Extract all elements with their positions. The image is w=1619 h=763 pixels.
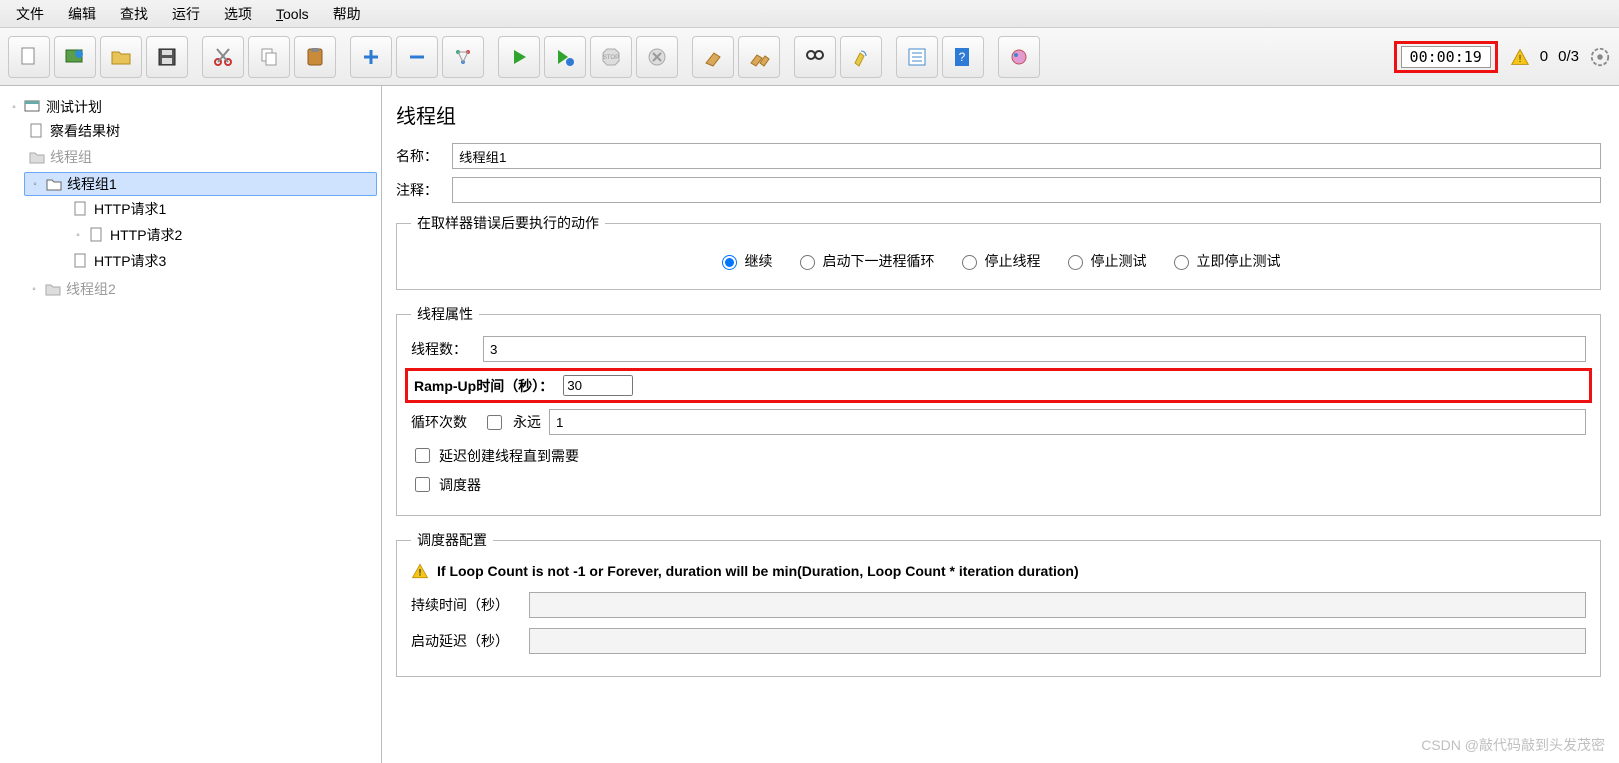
tree-view-results[interactable]: 察看结果树 — [50, 121, 120, 141]
loop-label: 循环次数 — [411, 412, 483, 432]
menu-file[interactable]: 文件 — [6, 2, 54, 26]
startup-delay-label: 启动延迟（秒） — [411, 631, 529, 651]
elapsed-time: 00:00:19 — [1401, 46, 1491, 68]
folder-icon — [44, 280, 62, 298]
rampup-highlight: Ramp-Up时间（秒）： — [405, 368, 1592, 403]
file-icon — [72, 252, 90, 270]
thread-props-fieldset: 线程属性 线程数： Ramp-Up时间（秒）： 循环次数 永远 延迟创建线程直到… — [396, 304, 1601, 516]
svg-text:!: ! — [419, 568, 422, 578]
file-icon — [28, 122, 46, 140]
duration-input[interactable] — [529, 592, 1586, 618]
folder-icon — [45, 175, 63, 193]
search-button[interactable] — [794, 36, 836, 78]
toggle-icon[interactable]: ◦ — [29, 178, 41, 190]
svg-text:!: ! — [1518, 54, 1521, 65]
menu-help[interactable]: 帮助 — [323, 2, 371, 26]
menu-search[interactable]: 查找 — [110, 2, 158, 26]
reset-search-button[interactable] — [840, 36, 882, 78]
rampup-input[interactable] — [563, 375, 633, 396]
testplan-icon — [24, 98, 42, 116]
cut-button[interactable] — [202, 36, 244, 78]
tree-http3[interactable]: HTTP请求3 — [94, 251, 166, 271]
editor-panel: 线程组 名称： 注释： 在取样器错误后要执行的动作 继续 启动下一进程循环 停止… — [382, 86, 1619, 763]
tree-tg1[interactable]: 线程组1 — [67, 174, 117, 194]
scheduler-checkbox[interactable] — [415, 477, 430, 492]
menu-run[interactable]: 运行 — [162, 2, 210, 26]
name-label: 名称： — [396, 146, 452, 166]
tree-http1[interactable]: HTTP请求1 — [94, 199, 166, 219]
status-icon[interactable] — [1589, 46, 1611, 68]
tree-http2[interactable]: HTTP请求2 — [110, 225, 182, 245]
scheduler-fieldset: 调度器配置 ! If Loop Count is not -1 or Forev… — [396, 530, 1601, 677]
menu-tools[interactable]: Tools — [266, 4, 319, 24]
shutdown-button[interactable] — [636, 36, 678, 78]
scheduler-label: 调度器 — [439, 475, 481, 495]
templates-icon-button[interactable] — [998, 36, 1040, 78]
delay-create-label: 延迟创建线程直到需要 — [439, 446, 579, 466]
menu-options[interactable]: 选项 — [214, 2, 262, 26]
toggle-icon[interactable]: ◦ — [72, 229, 84, 241]
templates-button[interactable] — [54, 36, 96, 78]
radio-stop-thread[interactable]: 停止线程 — [957, 251, 1041, 271]
toggle-button[interactable] — [442, 36, 484, 78]
scheduler-legend: 调度器配置 — [411, 530, 493, 550]
duration-label: 持续时间（秒） — [411, 595, 529, 615]
rampup-label: Ramp-Up时间（秒）： — [414, 376, 563, 396]
comment-label: 注释： — [396, 180, 452, 200]
clear-button[interactable] — [692, 36, 734, 78]
radio-stop-now[interactable]: 立即停止测试 — [1169, 251, 1281, 271]
on-error-legend: 在取样器错误后要执行的动作 — [411, 213, 605, 233]
copy-button[interactable] — [248, 36, 290, 78]
watermark: CSDN @敲代码敲到头发茂密 — [1421, 735, 1605, 755]
toggle-icon[interactable]: ◦ — [8, 101, 20, 113]
radio-stop-test[interactable]: 停止测试 — [1063, 251, 1147, 271]
folder-icon — [28, 148, 46, 166]
svg-text:STOP: STOP — [603, 55, 619, 61]
svg-text:?: ? — [959, 50, 966, 64]
toolbar: STOP ? 00:00:19 ! 0 0/3 — [0, 28, 1619, 86]
tree-testplan[interactable]: 测试计划 — [46, 97, 102, 117]
forever-label: 永远 — [505, 412, 549, 432]
delay-create-checkbox[interactable] — [415, 448, 430, 463]
elapsed-time-highlight: 00:00:19 — [1394, 41, 1498, 73]
start-button[interactable] — [498, 36, 540, 78]
forever-checkbox[interactable] — [487, 415, 502, 430]
on-error-fieldset: 在取样器错误后要执行的动作 继续 启动下一进程循环 停止线程 停止测试 立即停止… — [396, 213, 1601, 290]
stop-button[interactable]: STOP — [590, 36, 632, 78]
loop-input[interactable] — [549, 409, 1586, 435]
start-no-pause-button[interactable] — [544, 36, 586, 78]
clear-all-button[interactable] — [738, 36, 780, 78]
open-button[interactable] — [100, 36, 142, 78]
threads-label: 线程数： — [411, 339, 483, 359]
startup-delay-input[interactable] — [529, 628, 1586, 654]
name-input[interactable] — [452, 143, 1601, 169]
menu-bar: 文件 编辑 查找 运行 选项 Tools 帮助 — [0, 0, 1619, 28]
tree-panel: ◦ 测试计划 察看结果树 线程组 ◦ 线程组1 HTTP请求1 ◦ HTTP请求2 H… — [0, 86, 382, 763]
radio-next-loop[interactable]: 启动下一进程循环 — [795, 251, 935, 271]
file-icon — [88, 226, 106, 244]
collapse-button[interactable] — [396, 36, 438, 78]
radio-continue[interactable]: 继续 — [717, 251, 773, 271]
paste-button[interactable] — [294, 36, 336, 78]
menu-edit[interactable]: 编辑 — [58, 2, 106, 26]
tree-tg0[interactable]: 线程组 — [50, 147, 92, 167]
file-icon — [72, 200, 90, 218]
toggle-icon[interactable]: ◦ — [28, 283, 40, 295]
thread-props-legend: 线程属性 — [411, 304, 479, 324]
expand-button[interactable] — [350, 36, 392, 78]
thread-count: 0/3 — [1558, 48, 1579, 65]
tree-tg2[interactable]: 线程组2 — [66, 279, 116, 299]
panel-title: 线程组 — [396, 100, 1601, 129]
warning-icon: ! — [411, 562, 429, 580]
warning-count: 0 — [1540, 48, 1548, 65]
new-button[interactable] — [8, 36, 50, 78]
warning-icon: ! — [1510, 47, 1530, 67]
help-button[interactable]: ? — [942, 36, 984, 78]
scheduler-warning: If Loop Count is not -1 or Forever, dura… — [437, 563, 1079, 579]
threads-input[interactable] — [483, 336, 1586, 362]
comment-input[interactable] — [452, 177, 1601, 203]
save-button[interactable] — [146, 36, 188, 78]
function-helper-button[interactable] — [896, 36, 938, 78]
